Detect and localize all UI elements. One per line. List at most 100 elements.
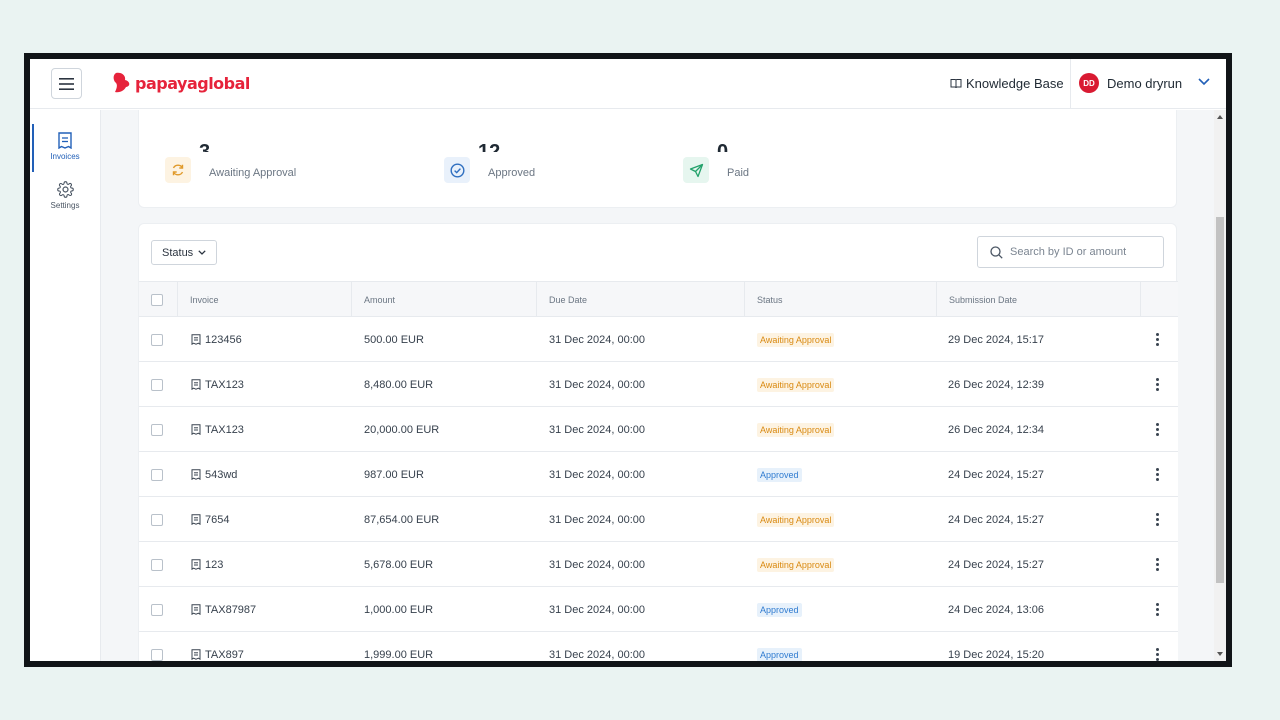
invoice-cell[interactable]: TAX123 bbox=[191, 362, 244, 407]
status-badge: Awaiting Approval bbox=[757, 512, 835, 527]
invoice-id: TAX87987 bbox=[205, 603, 257, 616]
status-badge: Awaiting Approval bbox=[757, 332, 835, 347]
receipt-icon bbox=[191, 559, 201, 570]
column-header-invoice[interactable]: Invoice bbox=[178, 282, 352, 318]
status-filter-dropdown[interactable]: Status bbox=[151, 240, 218, 265]
due-date-cell: 31 Dec 2024, 00:00 bbox=[549, 333, 646, 346]
row-checkbox[interactable] bbox=[151, 648, 163, 661]
row-select-cell bbox=[151, 587, 163, 632]
invoice-cell[interactable]: 543wd bbox=[191, 452, 237, 497]
table-row[interactable]: TAX87987 1,000.00 EUR 31 Dec 2024, 00:00… bbox=[139, 587, 1178, 632]
kebab-menu-icon[interactable] bbox=[1151, 330, 1163, 350]
search-box[interactable] bbox=[977, 236, 1164, 268]
row-checkbox[interactable] bbox=[151, 513, 163, 526]
kebab-menu-icon[interactable] bbox=[1151, 555, 1163, 575]
due-date-cell: 31 Dec 2024, 00:00 bbox=[549, 648, 646, 661]
row-checkbox[interactable] bbox=[151, 468, 163, 481]
row-checkbox[interactable] bbox=[151, 333, 163, 346]
submission-date-cell: 26 Dec 2024, 12:39 bbox=[948, 378, 1045, 391]
table-row[interactable]: TAX123 20,000.00 EUR 31 Dec 2024, 00:00 … bbox=[139, 407, 1178, 452]
amount-cell: 500.00 EUR bbox=[364, 333, 424, 346]
stat-label: Approved bbox=[488, 167, 536, 179]
top-header: papayaglobal Knowledge Base DD Demo dryr… bbox=[30, 59, 1226, 109]
stat-approved[interactable]: 12 Approved bbox=[444, 141, 536, 183]
hamburger-menu-button[interactable] bbox=[51, 68, 82, 99]
row-checkbox[interactable] bbox=[151, 378, 163, 391]
column-header-due-date[interactable]: Due Date bbox=[537, 282, 745, 318]
status-badge: Approved bbox=[757, 647, 802, 661]
invoices-table-card: Status Invoice bbox=[138, 223, 1178, 661]
sidebar-item-invoices[interactable]: Invoices bbox=[30, 124, 100, 172]
stat-paid[interactable]: 0 Paid bbox=[683, 141, 749, 183]
scroll-up-arrow-icon[interactable] bbox=[1217, 115, 1223, 119]
kebab-menu-icon[interactable] bbox=[1151, 420, 1163, 440]
row-actions-cell bbox=[1151, 632, 1163, 661]
search-input[interactable] bbox=[1010, 246, 1150, 258]
invoice-cell[interactable]: 123 bbox=[191, 542, 223, 587]
submission-date-cell: 19 Dec 2024, 15:20 bbox=[948, 648, 1045, 661]
table-row[interactable]: TAX123 8,480.00 EUR 31 Dec 2024, 00:00 A… bbox=[139, 362, 1178, 407]
invoice-id: 123456 bbox=[205, 333, 242, 346]
table-row[interactable]: 123456 500.00 EUR 31 Dec 2024, 00:00 Awa… bbox=[139, 317, 1178, 362]
amount-cell: 87,654.00 EUR bbox=[364, 513, 440, 526]
status-cell: Approved bbox=[757, 452, 802, 497]
row-checkbox[interactable] bbox=[151, 558, 163, 571]
row-checkbox[interactable] bbox=[151, 423, 163, 436]
receipt-icon bbox=[58, 132, 72, 149]
invoice-cell[interactable]: 7654 bbox=[191, 497, 229, 542]
kebab-menu-icon[interactable] bbox=[1151, 465, 1163, 485]
stat-awaiting-approval[interactable]: 3 Awaiting Approval bbox=[165, 141, 296, 183]
sidebar-item-settings[interactable]: Settings bbox=[30, 181, 100, 210]
kebab-menu-icon[interactable] bbox=[1151, 510, 1163, 530]
row-actions-cell bbox=[1151, 497, 1163, 542]
status-cell: Approved bbox=[757, 632, 802, 661]
receipt-icon bbox=[191, 604, 201, 615]
submission-date-cell: 24 Dec 2024, 15:27 bbox=[948, 558, 1045, 571]
invoice-cell[interactable]: TAX87987 bbox=[191, 587, 256, 632]
stat-count: 12 bbox=[478, 141, 501, 152]
table-header: Invoice Amount Due Date Status Submissio… bbox=[139, 281, 1178, 318]
status-cell: Awaiting Approval bbox=[757, 407, 835, 452]
row-actions-cell bbox=[1151, 542, 1163, 587]
papaya-global-logo[interactable]: papayaglobal bbox=[112, 71, 250, 95]
column-header-amount[interactable]: Amount bbox=[352, 282, 537, 318]
receipt-icon bbox=[191, 334, 201, 345]
scroll-thumb[interactable] bbox=[1216, 217, 1224, 583]
knowledge-base-label: Knowledge Base bbox=[966, 76, 1064, 91]
header-divider bbox=[1070, 59, 1071, 109]
knowledge-base-link[interactable]: Knowledge Base bbox=[950, 76, 1064, 91]
submission-date-cell: 26 Dec 2024, 12:34 bbox=[948, 423, 1045, 436]
invoice-id: TAX897 bbox=[205, 648, 244, 661]
row-checkbox[interactable] bbox=[151, 603, 163, 616]
user-name: Demo dryrun bbox=[1107, 75, 1183, 91]
due-date-cell: 31 Dec 2024, 00:00 bbox=[549, 603, 646, 616]
table-row[interactable]: 123 5,678.00 EUR 31 Dec 2024, 00:00 Awai… bbox=[139, 542, 1178, 587]
column-header-submission-date[interactable]: Submission Date bbox=[937, 282, 1141, 318]
page-scrollbar[interactable] bbox=[1214, 110, 1226, 661]
brand-name: papayaglobal bbox=[135, 73, 250, 93]
invoice-cell[interactable]: 123456 bbox=[191, 317, 242, 362]
row-select-cell bbox=[151, 542, 163, 587]
user-menu[interactable]: DD Demo dryrun bbox=[1079, 73, 1182, 93]
status-cell: Approved bbox=[757, 587, 802, 632]
invoice-cell[interactable]: TAX123 bbox=[191, 407, 244, 452]
kebab-menu-icon[interactable] bbox=[1151, 645, 1163, 661]
table-row[interactable]: TAX897 1,999.00 EUR 31 Dec 2024, 00:00 A… bbox=[139, 632, 1178, 661]
table-row[interactable]: 543wd 987.00 EUR 31 Dec 2024, 00:00 Appr… bbox=[139, 452, 1178, 497]
invoice-cell[interactable]: TAX897 bbox=[191, 632, 244, 661]
scroll-down-arrow-icon[interactable] bbox=[1217, 652, 1223, 656]
kebab-menu-icon[interactable] bbox=[1151, 600, 1163, 620]
invoice-id: 123 bbox=[205, 558, 224, 571]
status-badge: Awaiting Approval bbox=[757, 557, 835, 572]
receipt-icon bbox=[191, 469, 201, 480]
stat-count: 3 bbox=[199, 141, 211, 152]
status-badge: Approved bbox=[757, 467, 802, 482]
table-row[interactable]: 7654 87,654.00 EUR 31 Dec 2024, 00:00 Aw… bbox=[139, 497, 1178, 542]
status-filter-label: Status bbox=[162, 246, 194, 259]
amount-cell: 1,999.00 EUR bbox=[364, 648, 434, 661]
kebab-menu-icon[interactable] bbox=[1151, 375, 1163, 395]
select-all-checkbox[interactable] bbox=[151, 294, 163, 306]
column-header-status[interactable]: Status bbox=[745, 282, 937, 318]
stat-count: 0 bbox=[717, 141, 729, 152]
chevron-down-icon[interactable] bbox=[1198, 78, 1210, 86]
